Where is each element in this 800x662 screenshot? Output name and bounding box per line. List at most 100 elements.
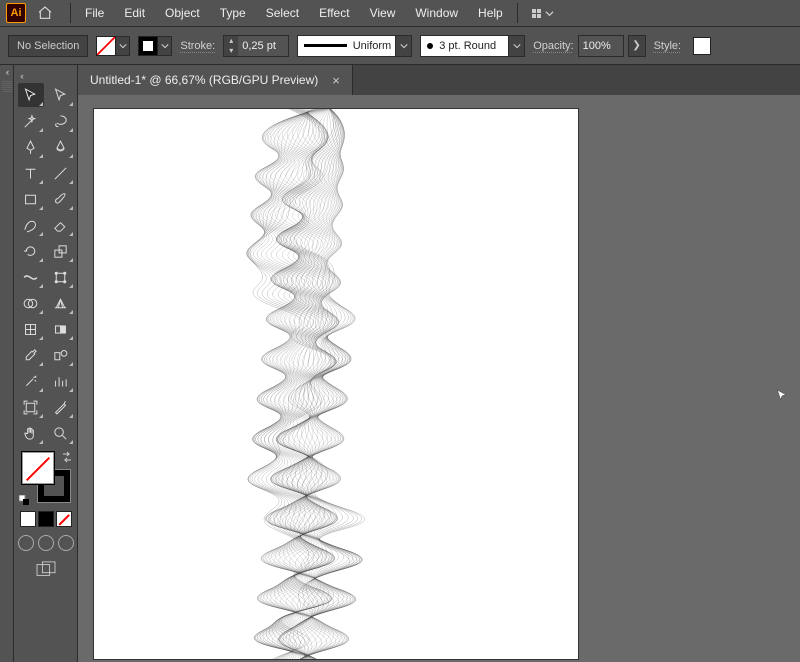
- tool-shape-builder[interactable]: [18, 291, 44, 315]
- tool-rectangle[interactable]: [18, 187, 44, 211]
- panel-dock-gutter[interactable]: ‹‹: [0, 65, 14, 662]
- tool-artboard[interactable]: [18, 395, 44, 419]
- tool-direct-selection[interactable]: [48, 83, 74, 107]
- collapse-icon[interactable]: ‹‹: [20, 71, 22, 81]
- default-fill-stroke-icon[interactable]: [19, 495, 29, 505]
- workspace-switcher[interactable]: [532, 9, 554, 18]
- home-icon[interactable]: [32, 0, 58, 26]
- style-label[interactable]: Style:: [654, 40, 682, 52]
- graphic-style-swatch[interactable]: [693, 37, 711, 55]
- chevron-down-icon: [158, 36, 172, 56]
- tool-blend[interactable]: [48, 343, 74, 367]
- fill-swatch-none: [96, 36, 116, 56]
- tool-eyedropper[interactable]: [18, 343, 44, 367]
- stroke-label[interactable]: Stroke:: [180, 40, 215, 52]
- artwork-blend: [94, 109, 578, 659]
- tool-column-graph[interactable]: [48, 369, 74, 393]
- menu-help[interactable]: Help: [468, 2, 513, 24]
- tab-strip: Untitled-1* @ 66,67% (RGB/GPU Preview) ×: [78, 65, 800, 95]
- color-mode-gradient[interactable]: [38, 511, 54, 527]
- tool-hand[interactable]: [18, 421, 44, 445]
- draw-inside[interactable]: [58, 535, 74, 551]
- tool-slice[interactable]: [48, 395, 74, 419]
- document-tab-title: Untitled-1* @ 66,67% (RGB/GPU Preview): [90, 73, 318, 87]
- screen-mode[interactable]: [35, 561, 57, 584]
- canvas-viewport[interactable]: [78, 95, 800, 662]
- swap-fill-stroke-icon[interactable]: [61, 451, 73, 463]
- stroke-weight-input[interactable]: [238, 36, 288, 56]
- tool-line-segment[interactable]: [48, 161, 74, 185]
- fill-stroke-swatch[interactable]: [19, 451, 73, 505]
- tool-free-transform[interactable]: [48, 265, 74, 289]
- brush-definition[interactable]: 3 pt. Round: [420, 35, 525, 57]
- menu-object[interactable]: Object: [155, 2, 210, 24]
- menu-file[interactable]: File: [75, 2, 114, 24]
- tool-scale[interactable]: [48, 239, 74, 263]
- separator: [517, 3, 518, 23]
- chevron-down-icon: [116, 36, 130, 56]
- drag-handle[interactable]: [2, 81, 12, 93]
- tool-symbol-sprayer[interactable]: [18, 369, 44, 393]
- toolbox: ‹‹: [14, 65, 78, 662]
- collapse-icon[interactable]: ‹‹: [6, 67, 8, 77]
- fill-swatch-dropdown[interactable]: [96, 36, 130, 56]
- profile-label: Uniform: [353, 40, 396, 52]
- tool-selection[interactable]: [18, 83, 44, 107]
- chevron-down-icon: [545, 9, 554, 18]
- brush-label: 3 pt. Round: [439, 40, 508, 52]
- app-logo: Ai: [6, 3, 26, 23]
- menu-window[interactable]: Window: [405, 2, 468, 24]
- tool-gradient[interactable]: [48, 317, 74, 341]
- tool-lasso[interactable]: [48, 109, 74, 133]
- tool-perspective-grid[interactable]: [48, 291, 74, 315]
- tool-magic-wand[interactable]: [18, 109, 44, 133]
- tool-paintbrush[interactable]: [48, 187, 74, 211]
- draw-normal[interactable]: [18, 535, 34, 551]
- fill-swatch[interactable]: [21, 451, 55, 485]
- profile-preview: [304, 44, 346, 47]
- chevron-down-icon: [508, 36, 524, 56]
- opacity-flyout[interactable]: ❯: [628, 35, 646, 57]
- stroke-swatch-dropdown[interactable]: [138, 36, 172, 56]
- caret-down-icon[interactable]: ▾: [224, 46, 238, 56]
- tool-width[interactable]: [18, 265, 44, 289]
- close-icon[interactable]: ×: [332, 73, 340, 88]
- menu-bar: Ai File Edit Object Type Select Effect V…: [0, 0, 800, 27]
- tool-mesh[interactable]: [18, 317, 44, 341]
- stroke-weight-spinner[interactable]: ▴ ▾: [224, 36, 238, 56]
- variable-width-profile[interactable]: Uniform: [297, 35, 412, 57]
- menu-edit[interactable]: Edit: [114, 2, 155, 24]
- cursor-icon: [774, 388, 790, 404]
- opacity-group: Opacity: ❯: [533, 35, 645, 57]
- menu-view[interactable]: View: [360, 2, 406, 24]
- color-mode-row: [20, 511, 72, 527]
- color-mode-none[interactable]: [56, 511, 72, 527]
- menu-effect[interactable]: Effect: [309, 2, 359, 24]
- opacity-label[interactable]: Opacity:: [533, 40, 573, 52]
- tool-zoom[interactable]: [48, 421, 74, 445]
- tool-eraser[interactable]: [48, 213, 74, 237]
- left-panels: ‹‹ ‹‹: [0, 65, 78, 662]
- stroke-weight-field[interactable]: ▴ ▾: [223, 35, 289, 57]
- draw-mode-row: [18, 535, 74, 551]
- brush-preview-icon: [427, 43, 433, 49]
- document-area: Untitled-1* @ 66,67% (RGB/GPU Preview) ×: [78, 65, 800, 662]
- chevron-down-icon: [395, 36, 411, 56]
- tool-rotate[interactable]: [18, 239, 44, 263]
- caret-up-icon[interactable]: ▴: [224, 36, 238, 46]
- tool-curvature[interactable]: [48, 135, 74, 159]
- menu-type[interactable]: Type: [210, 2, 256, 24]
- tool-shaper[interactable]: [18, 213, 44, 237]
- tool-pen[interactable]: [18, 135, 44, 159]
- selection-indicator[interactable]: No Selection: [8, 35, 88, 57]
- control-bar: No Selection Stroke: ▴ ▾ Uniform 3 pt. R…: [0, 27, 800, 65]
- color-mode-color[interactable]: [20, 511, 36, 527]
- draw-behind[interactable]: [38, 535, 54, 551]
- menu-select[interactable]: Select: [256, 2, 309, 24]
- workspace-icon: [532, 9, 541, 18]
- stroke-swatch-black: [138, 36, 158, 56]
- tool-type[interactable]: [18, 161, 44, 185]
- artboard[interactable]: [94, 109, 578, 659]
- document-tab[interactable]: Untitled-1* @ 66,67% (RGB/GPU Preview) ×: [78, 65, 353, 95]
- opacity-input[interactable]: [578, 35, 624, 57]
